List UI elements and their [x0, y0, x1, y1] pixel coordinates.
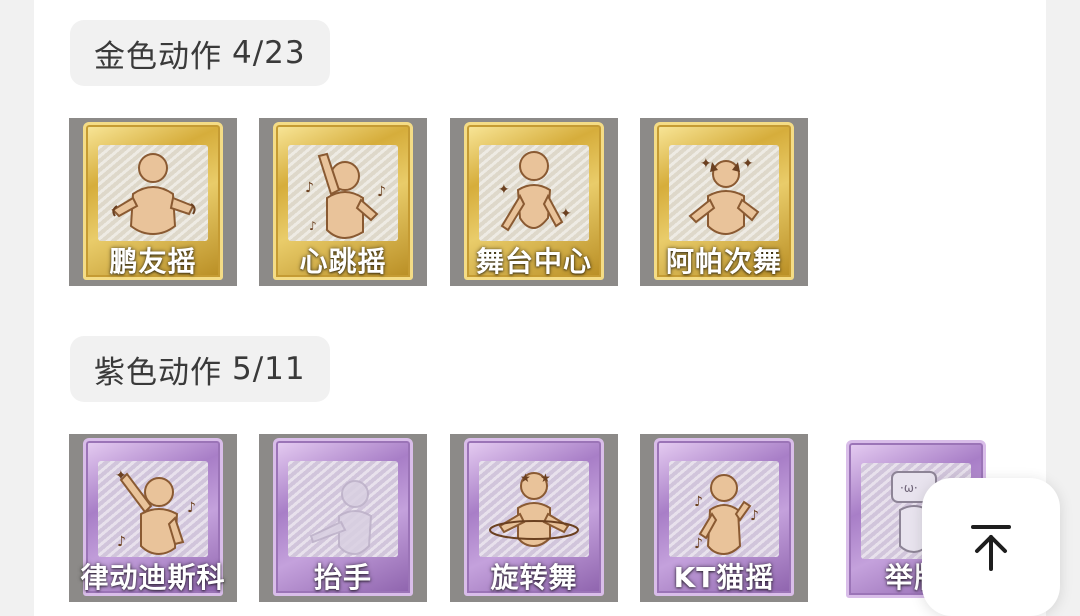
arrow-up-to-top-icon	[971, 525, 1011, 571]
section-header-purple: 紫色动作 5/11	[70, 336, 330, 402]
section-title: 紫色动作	[94, 354, 222, 391]
action-label: 鹏友摇	[109, 245, 197, 278]
svg-text:✦: ✦	[742, 156, 754, 172]
dance-figure-icon: ✦ ✦	[498, 151, 572, 232]
section-header-gold: 金色动作 4/23	[70, 20, 330, 86]
section-count: 4/23	[232, 35, 306, 71]
action-label: 心跳摇	[299, 245, 387, 278]
action-card[interactable]: 抬手	[259, 434, 427, 602]
section-title: 金色动作	[94, 38, 222, 75]
svg-text:♪: ♪	[187, 500, 196, 516]
dance-figure-icon: ♪ ♪ ♪	[305, 152, 386, 240]
svg-text:★: ★	[540, 471, 551, 485]
dance-figure-icon	[309, 480, 373, 556]
action-card[interactable]: ★ ★ 旋转舞	[450, 434, 618, 602]
svg-text:✦: ✦	[115, 468, 127, 484]
action-label: 旋转舞	[490, 561, 578, 594]
action-card[interactable]: ✦ ✦ 舞台中心	[450, 118, 618, 286]
svg-text:★: ★	[520, 471, 531, 485]
action-card[interactable]: ✦ ✦ 阿帕次舞	[640, 118, 808, 286]
page: 金色动作 4/23 鹏友摇 ♪ ♪ ♪ 心跳摇 ✦ ✦ 舞台中心 ✦ ✦ 阿帕次…	[0, 0, 1080, 616]
svg-text:♪: ♪	[309, 219, 317, 233]
action-card[interactable]: 鹏友摇	[69, 118, 237, 286]
section-count: 5/11	[232, 351, 306, 387]
svg-text:♪: ♪	[117, 534, 126, 550]
action-card[interactable]: ♪ ♪ ♪ KT猫摇	[640, 434, 808, 602]
svg-text:♪: ♪	[305, 180, 314, 196]
action-label: 阿帕次舞	[665, 245, 782, 278]
action-card[interactable]: ♪ ♪ ♪ 心跳摇	[259, 118, 427, 286]
dance-figure-icon: ✦ ✦	[688, 156, 760, 236]
dance-figure-icon: ♪ ♪ ♪	[694, 474, 759, 556]
svg-text:♪: ♪	[694, 494, 703, 510]
action-card[interactable]: ✦ ♪ ♪ 律动迪斯科	[69, 434, 237, 602]
action-label: KT猫摇	[673, 561, 775, 594]
dance-figure-icon: ✦ ♪ ♪	[115, 468, 196, 556]
dance-figure-icon: ★ ★	[489, 471, 579, 548]
svg-text:♪: ♪	[377, 184, 386, 200]
svg-text:·ω·: ·ω·	[900, 481, 918, 495]
action-label: 律动迪斯科	[80, 561, 226, 594]
svg-text:✦: ✦	[700, 156, 712, 172]
dance-figure-icon	[111, 153, 196, 236]
svg-text:♪: ♪	[694, 536, 703, 552]
back-to-top-button[interactable]	[922, 478, 1060, 616]
svg-text:♪: ♪	[750, 508, 759, 524]
action-label: 抬手	[313, 561, 372, 594]
svg-text:✦: ✦	[560, 206, 572, 222]
action-label: 舞台中心	[475, 245, 592, 278]
svg-text:✦: ✦	[498, 182, 510, 198]
